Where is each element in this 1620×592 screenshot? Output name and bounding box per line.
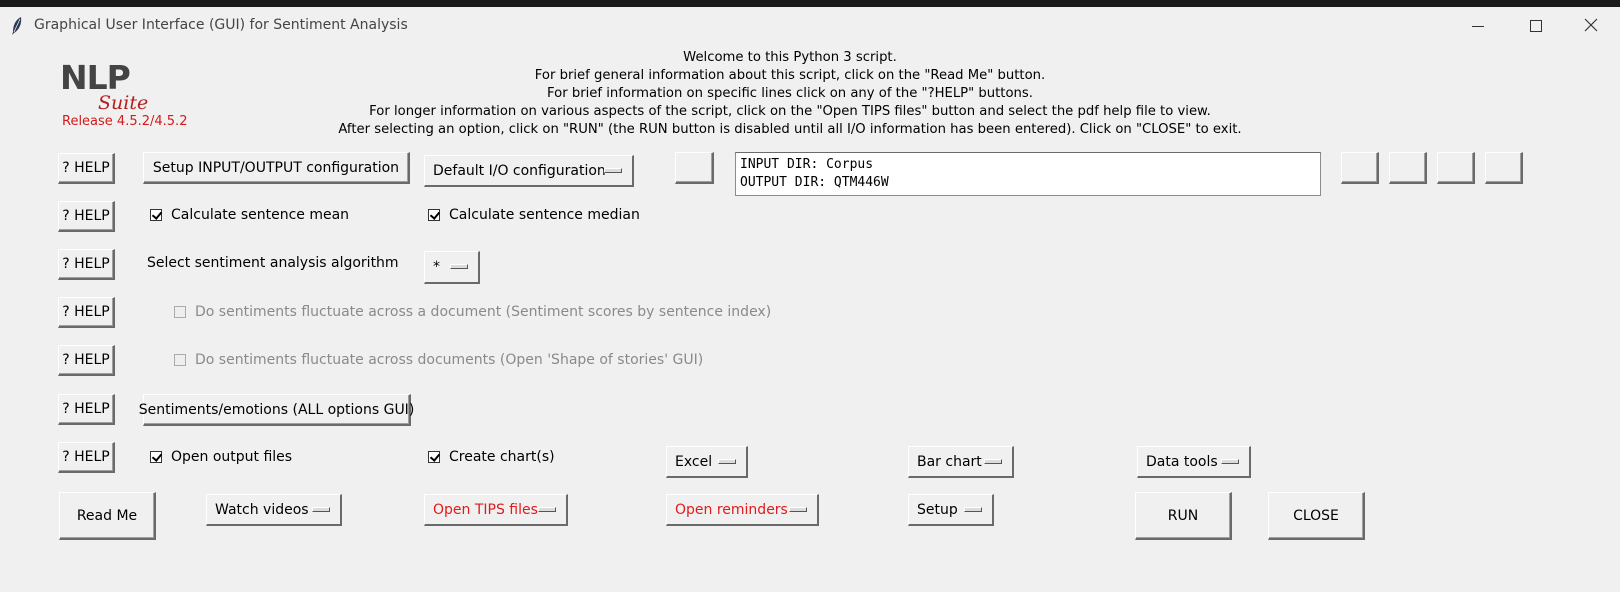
sentence-mean-checkbox[interactable]: Calculate sentence mean [150,207,349,223]
setup-menu[interactable]: Setup [908,494,994,526]
io-display: INPUT DIR: Corpus OUTPUT DIR: QTM446W [735,152,1321,196]
data-tools-menu[interactable]: Data tools [1137,446,1251,478]
fluctuate-document-label: Do sentiments fluctuate across a documen… [195,304,772,320]
maximize-button[interactable] [1508,10,1564,42]
welcome-line: For longer information on various aspect… [369,104,1211,119]
help-button-all-options[interactable]: ? HELP [58,394,115,425]
output-dir-line: OUTPUT DIR: QTM446W [740,175,889,190]
checkbox-checked-icon [150,209,162,221]
help-button-mean-median[interactable]: ? HELP [58,201,115,232]
help-button-output[interactable]: ? HELP [58,442,115,473]
menu-indicator-icon [538,506,556,512]
io-open-button-3[interactable] [1437,152,1475,184]
menu-indicator-icon [604,167,622,173]
menu-indicator-icon [718,458,736,464]
help-button-fluctuate-documents[interactable]: ? HELP [58,345,115,376]
menu-indicator-icon [789,506,807,512]
close-window-button[interactable] [1562,10,1618,42]
io-config-value: Default I/O configuration [433,162,606,179]
welcome-text: Welcome to this Python 3 script. For bri… [290,49,1290,139]
desktop-top-strip [0,0,1620,7]
setup-io-button[interactable]: Setup INPUT/OUTPUT configuration [143,152,410,184]
menu-indicator-icon [450,264,468,269]
menu-indicator-icon [984,458,1002,464]
run-button[interactable]: RUN [1135,492,1232,540]
welcome-line: After selecting an option, click on "RUN… [338,122,1242,137]
window-title: Graphical User Interface (GUI) for Senti… [34,17,408,33]
all-options-gui-button[interactable]: Sentiments/emotions (ALL options GUI) [139,394,414,426]
minimize-icon [1472,26,1484,27]
checkbox-checked-icon [428,209,440,221]
create-charts-checkbox[interactable]: Create chart(s) [428,449,555,465]
menu-indicator-icon [1221,458,1239,464]
close-icon [1584,18,1598,32]
algorithm-value: * [433,259,440,275]
feather-icon [12,17,22,35]
chart-type-value: Bar chart [917,453,982,470]
menu-indicator-icon [964,506,982,512]
close-button[interactable]: CLOSE [1268,492,1365,540]
watch-videos-label: Watch videos [215,501,309,518]
open-reminders-menu[interactable]: Open reminders [666,494,819,526]
checkbox-checked-icon [428,451,440,463]
minimize-button[interactable] [1450,10,1506,42]
open-output-files-checkbox[interactable]: Open output files [150,449,292,465]
data-tools-value: Data tools [1146,453,1218,470]
io-open-button-1[interactable] [1341,152,1379,184]
help-button-algorithm[interactable]: ? HELP [58,249,115,280]
fluctuate-document-checkbox[interactable]: Do sentiments fluctuate across a documen… [174,304,771,320]
welcome-line: For brief general information about this… [534,68,1046,83]
open-tips-menu[interactable]: Open TIPS files [424,494,568,526]
fluctuate-documents-checkbox[interactable]: Do sentiments fluctuate across documents… [174,352,703,368]
setup-label: Setup [917,501,958,518]
input-dir-line: INPUT DIR: Corpus [740,157,874,172]
help-button-io[interactable]: ? HELP [58,153,115,184]
open-output-files-label: Open output files [171,449,293,465]
io-open-button-4[interactable] [1485,152,1523,184]
chart-package-menu[interactable]: Excel [666,446,748,478]
io-open-button-2[interactable] [1389,152,1427,184]
release-label: Release 4.5.2/4.5.2 [62,114,188,129]
logo-suite-text: Suite [98,92,149,114]
maximize-icon [1530,20,1542,32]
chart-type-menu[interactable]: Bar chart [908,446,1014,478]
algorithm-label: Select sentiment analysis algorithm [147,255,399,271]
sentence-mean-label: Calculate sentence mean [171,207,350,223]
algorithm-menu[interactable]: * [424,251,480,284]
sentence-median-checkbox[interactable]: Calculate sentence median [428,207,640,223]
nlp-suite-logo: NLP Suite Release 4.5.2/4.5.2 [60,58,210,138]
sentence-median-label: Calculate sentence median [449,207,640,223]
open-tips-label: Open TIPS files [433,501,538,518]
checkbox-unchecked-icon [174,306,186,318]
menu-indicator-icon [312,506,330,512]
chart-package-value: Excel [675,453,713,470]
io-config-menu[interactable]: Default I/O configuration [424,155,634,187]
fluctuate-documents-label: Do sentiments fluctuate across documents… [195,352,704,368]
watch-videos-menu[interactable]: Watch videos [206,494,342,526]
create-charts-label: Create chart(s) [449,449,555,465]
help-button-fluctuate-document[interactable]: ? HELP [58,297,115,328]
checkbox-unchecked-icon [174,354,186,366]
read-me-button[interactable]: Read Me [59,492,156,540]
welcome-line: For brief information on specific lines … [547,86,1033,101]
welcome-line: Welcome to this Python 3 script. [683,50,897,65]
checkbox-checked-icon [150,451,162,463]
open-reminders-label: Open reminders [675,501,788,518]
title-bar: Graphical User Interface (GUI) for Senti… [0,7,1620,45]
io-blank-button[interactable] [675,152,714,184]
